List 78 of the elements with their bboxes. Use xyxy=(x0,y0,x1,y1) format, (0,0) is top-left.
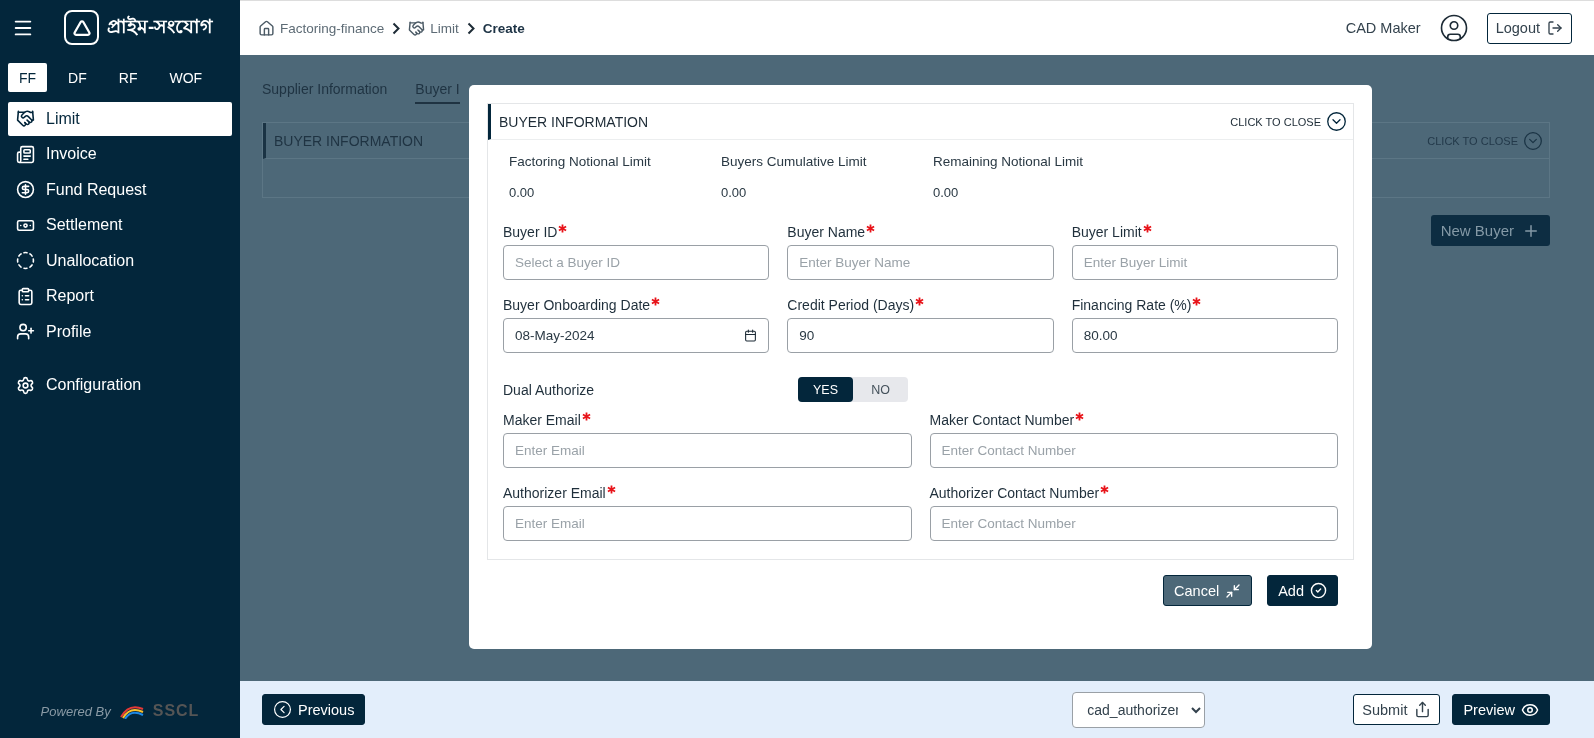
date-field[interactable]: 08-May-2024 xyxy=(503,318,770,353)
stat-label: Factoring Notional Limit xyxy=(509,154,652,169)
sidebar-item[interactable]: Invoice xyxy=(8,137,232,171)
cancel-button[interactable]: Cancel xyxy=(1163,575,1253,606)
document-icon xyxy=(16,144,35,164)
input-field[interactable]: Enter Contact Number xyxy=(929,433,1338,468)
powered-by-text: Powered By xyxy=(40,703,111,719)
chevron-right-icon xyxy=(466,21,475,35)
stat-label: Remaining Notional Limit xyxy=(933,154,1085,169)
input-field[interactable]: 80.00 xyxy=(1071,318,1338,353)
settings-icon xyxy=(16,375,35,395)
field-label: Authorizer Email xyxy=(503,485,912,503)
stat-value: 0.00 xyxy=(933,185,960,200)
sidebar-item[interactable]: Limit xyxy=(8,102,232,136)
product-tab[interactable]: DF xyxy=(57,63,98,92)
breadcrumb-link[interactable]: Limit xyxy=(408,19,459,37)
minimize-arrows-icon xyxy=(1225,582,1242,599)
breadcrumb-link[interactable]: Factoring-finance xyxy=(258,19,385,37)
breadcrumb-link[interactable]: Create xyxy=(482,20,525,36)
product-tab[interactable]: WOF xyxy=(158,63,214,92)
previous-button[interactable]: Previous xyxy=(262,694,366,725)
home-icon xyxy=(258,19,275,37)
logout-icon xyxy=(1547,20,1563,36)
submit-button[interactable]: Submit xyxy=(1353,694,1441,725)
field-label: Authorizer Contact Number xyxy=(929,485,1338,503)
input-field[interactable]: 90 xyxy=(787,318,1054,353)
field-label: Financing Rate (%) xyxy=(1071,297,1338,315)
close-link[interactable]: CLICK TO CLOSE xyxy=(1230,115,1321,128)
field-label: Maker Contact Number xyxy=(929,412,1338,430)
preview-button[interactable]: Preview xyxy=(1452,694,1550,725)
field-label: Maker Email xyxy=(503,412,912,430)
user-name: CAD Maker xyxy=(1345,20,1421,36)
add-button[interactable]: Add xyxy=(1267,575,1338,606)
product-tab[interactable]: FF xyxy=(8,63,48,92)
brand-name: প্রাইম-সংযোগ xyxy=(107,14,213,39)
field-label: Buyer Name xyxy=(787,224,1054,242)
field-label: Buyer Limit xyxy=(1071,224,1338,242)
sidebar-item[interactable]: Profile xyxy=(8,315,232,349)
stat-value: 0.00 xyxy=(509,185,536,200)
input-field[interactable]: Enter Contact Number xyxy=(929,506,1338,541)
upload-icon xyxy=(1414,701,1432,718)
ring-icon xyxy=(16,251,35,271)
check-circle-icon xyxy=(1310,582,1327,599)
input-field[interactable]: Select a Buyer ID xyxy=(503,245,770,280)
chevron-right-icon xyxy=(392,21,401,35)
input-field[interactable]: Enter Buyer Limit xyxy=(1071,245,1338,280)
stat-label: Buyers Cumulative Limit xyxy=(721,154,868,169)
field-label: Buyer Onboarding Date xyxy=(503,297,770,315)
user-plus-icon xyxy=(16,322,35,342)
toggle-option[interactable]: YES xyxy=(798,377,853,402)
rainbow-logo-icon xyxy=(118,703,145,719)
user-avatar-icon[interactable] xyxy=(1438,13,1469,43)
input-field[interactable]: Enter Buyer Name xyxy=(787,245,1054,280)
chevron-left-circle-icon xyxy=(273,700,292,719)
field-label: Credit Period (Days) xyxy=(787,297,1054,315)
product-tab[interactable]: RF xyxy=(107,63,149,92)
field-label: Buyer ID xyxy=(503,224,770,242)
calendar-icon[interactable] xyxy=(744,329,758,342)
chevron-down-circle-icon[interactable] xyxy=(1326,111,1347,132)
toggle-option[interactable]: NO xyxy=(853,377,908,402)
new-buyer-button[interactable]: New Buyer xyxy=(1430,215,1550,246)
stat-value: 0.00 xyxy=(721,185,748,200)
field-label: Dual Authorize xyxy=(503,381,596,398)
handshake-icon xyxy=(16,109,35,129)
company-logo-text: SSCL xyxy=(152,702,200,720)
handshake-icon xyxy=(408,19,426,37)
sidebar-item[interactable]: Unallocation xyxy=(8,244,232,278)
logo-icon xyxy=(64,10,99,45)
clipboard-icon xyxy=(16,286,35,306)
dollar-coin-icon xyxy=(16,180,35,200)
card-title: BUYER INFORMATION xyxy=(499,113,649,130)
logout-button[interactable]: Logout xyxy=(1486,12,1572,44)
sidebar-item[interactable]: Settlement xyxy=(8,208,232,242)
sidebar-item[interactable]: Report xyxy=(8,279,232,313)
sidebar-item[interactable]: Configuration xyxy=(8,368,232,402)
input-field[interactable]: Enter Email xyxy=(503,433,912,468)
input-field[interactable]: Enter Email xyxy=(503,506,912,541)
sidebar-item[interactable]: Fund Request xyxy=(8,173,232,207)
